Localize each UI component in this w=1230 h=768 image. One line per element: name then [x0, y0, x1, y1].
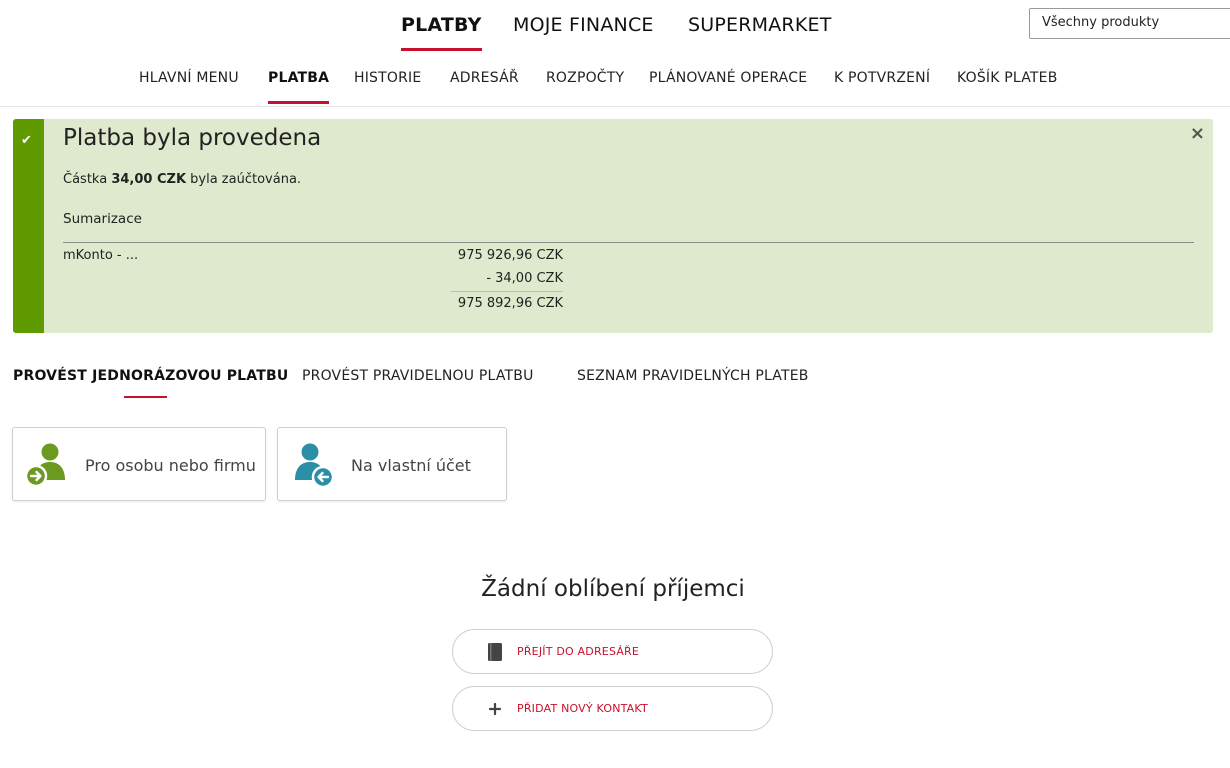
tab-moje-finance-label: MOJE FINANCE	[513, 14, 654, 36]
tab-supermarket[interactable]: SUPERMARKET	[688, 14, 832, 36]
card-pro-osobu-nebo-firmu[interactable]: Pro osobu nebo firmu	[12, 427, 266, 501]
subnav-label: PLATBA	[268, 70, 330, 86]
summary-divider	[63, 242, 1194, 243]
alert-title: Platba byla provedena	[63, 125, 322, 151]
address-book-icon	[488, 643, 502, 661]
person-arrow-left-icon	[295, 443, 335, 488]
subnav-hlavni-menu[interactable]: HLAVNÍ MENU	[139, 70, 239, 86]
add-new-contact-label: PŘIDAT NOVÝ KONTAKT	[517, 702, 648, 715]
tab-jednorazova-platba[interactable]: PROVÉST JEDNORÁZOVOU PLATBU	[13, 368, 288, 384]
balance-change: - 34,00 CZK	[486, 271, 563, 286]
amount-value: 34,00 CZK	[111, 172, 187, 187]
subnav-label: KOŠÍK PLATEB	[957, 70, 1058, 86]
alert-status-bar: ✔	[13, 119, 44, 333]
amount-suffix: byla zaúčtována.	[190, 172, 302, 187]
balance-after: 975 892,96 CZK	[457, 296, 563, 311]
plus-icon	[488, 702, 502, 716]
tab-seznam-pravidelnych-plateb[interactable]: SEZNAM PRAVIDELNÝCH PLATEB	[577, 368, 809, 384]
card-na-vlastni-ucet[interactable]: Na vlastní účet	[277, 427, 507, 501]
card-label: Na vlastní účet	[351, 456, 471, 475]
subnav-label: HLAVNÍ MENU	[139, 70, 239, 86]
account-name: mKonto - ...	[63, 248, 139, 263]
top-nav: PLATBY MOJE FINANCE SUPERMARKET Všechny …	[0, 0, 1230, 52]
balance-before: 975 926,96 CZK	[457, 248, 563, 263]
success-alert: ✔ Platba byla provedena × Částka 34,00 C…	[13, 119, 1213, 333]
go-to-address-book-button[interactable]: PŘEJÍT DO ADRESÁŘE	[452, 629, 773, 674]
check-icon: ✔	[21, 133, 32, 148]
close-icon[interactable]: ×	[1190, 123, 1205, 144]
subnav-label: ROZPOČTY	[546, 70, 625, 86]
subnav-rozpocty[interactable]: ROZPOČTY	[546, 70, 624, 86]
tab-pravidelna-platba[interactable]: PROVÉST PRAVIDELNOU PLATBU	[302, 368, 534, 384]
balance-divider	[451, 291, 563, 292]
subnav-label: K POTVRZENÍ	[834, 70, 931, 86]
go-to-address-book-label: PŘEJÍT DO ADRESÁŘE	[517, 645, 640, 658]
product-select[interactable]: Všechny produkty	[1029, 8, 1230, 39]
subnav-label: ADRESÁŘ	[450, 70, 519, 86]
subnav-label: PLÁNOVANÉ OPERACE	[649, 70, 808, 86]
active-subtab-indicator	[268, 101, 330, 104]
tab-platby[interactable]: PLATBY	[401, 14, 482, 51]
subnav-platba[interactable]: PLATBA	[268, 70, 330, 104]
active-payment-tab-indicator	[124, 396, 167, 398]
person-arrow-right-icon	[24, 443, 65, 488]
add-new-contact-button[interactable]: PŘIDAT NOVÝ KONTAKT	[452, 686, 773, 731]
subnav-kosik-plateb[interactable]: KOŠÍK PLATEB	[957, 70, 1058, 86]
subnav-historie[interactable]: HISTORIE	[354, 70, 421, 86]
active-tab-indicator	[401, 48, 482, 51]
tab-supermarket-label: SUPERMARKET	[688, 14, 832, 36]
alert-amount-text: Částka 34,00 CZK byla zaúčtována.	[63, 172, 301, 187]
tab-platby-label: PLATBY	[401, 14, 482, 36]
summary-label: Sumarizace	[63, 211, 142, 227]
tab-moje-finance[interactable]: MOJE FINANCE	[513, 14, 654, 36]
amount-prefix: Částka	[63, 172, 108, 187]
subnav-adresar[interactable]: ADRESÁŘ	[450, 70, 519, 86]
subnav-label: HISTORIE	[354, 70, 422, 86]
subnav-k-potvrzeni[interactable]: K POTVRZENÍ	[834, 70, 930, 86]
sub-nav: HLAVNÍ MENU PLATBA HISTORIE ADRESÁŘ ROZP…	[0, 52, 1230, 107]
card-label: Pro osobu nebo firmu	[85, 456, 256, 475]
subnav-planovane-operace[interactable]: PLÁNOVANÉ OPERACE	[649, 70, 807, 86]
favorites-title: Žádní oblíbení příjemci	[481, 576, 745, 602]
